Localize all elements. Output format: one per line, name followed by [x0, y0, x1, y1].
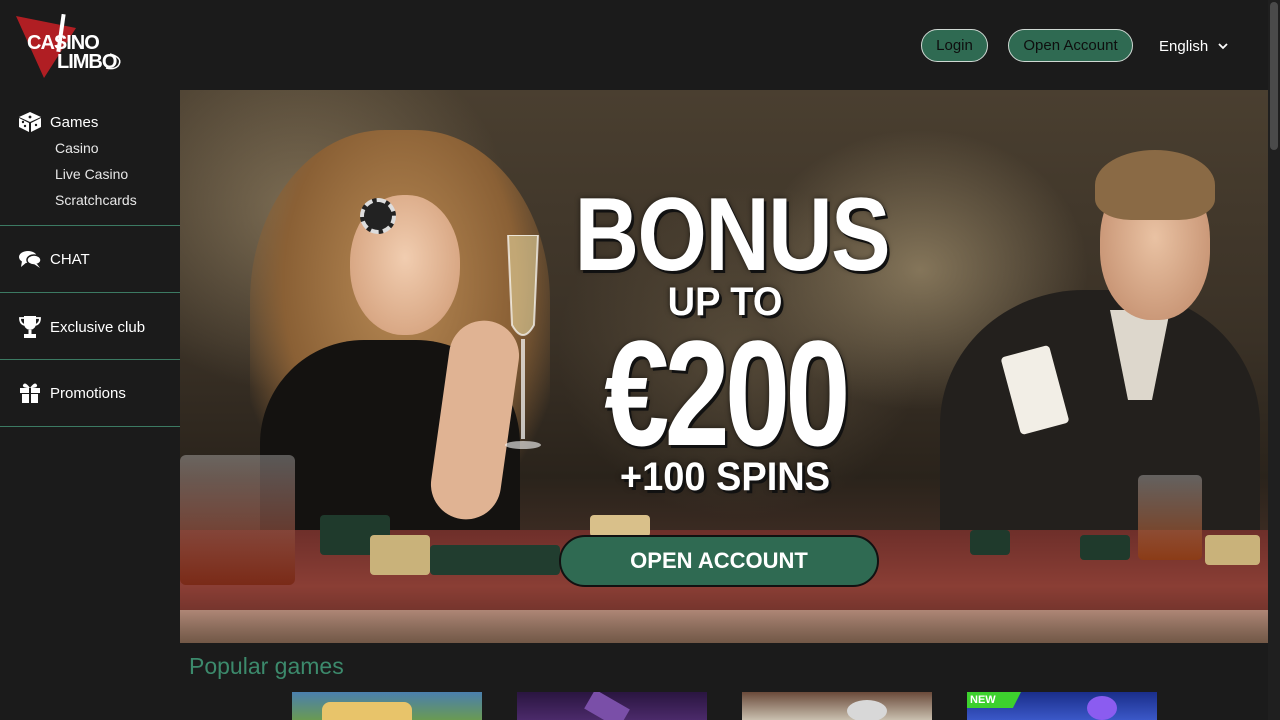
sidebar-item-casino[interactable]: Casino — [0, 135, 180, 161]
game-tile[interactable] — [742, 692, 932, 720]
sidebar-item-games-label: Games — [50, 113, 99, 131]
sidebar-item-games[interactable]: Games — [0, 112, 180, 132]
chip-stack — [970, 530, 1010, 555]
page-scrollbar[interactable] — [1268, 0, 1280, 720]
logo-line-casino: CASINO — [27, 32, 100, 54]
trophy-icon — [18, 316, 42, 338]
game-tile[interactable]: NEW — [967, 692, 1157, 720]
login-button[interactable]: Login — [921, 29, 988, 62]
chevron-down-icon — [1218, 43, 1228, 50]
chip-stack — [1080, 535, 1130, 560]
dice-icon — [18, 111, 42, 133]
sidebar-item-scratchcards[interactable]: Scratchcards — [0, 187, 180, 213]
game-thumbnail-art — [584, 692, 630, 720]
sidebar-item-chat[interactable]: CHAT — [0, 249, 180, 269]
gift-icon — [18, 382, 42, 404]
hero-banner[interactable]: BONUS UP TO €200 +100 SPINS OPEN ACCOUNT — [180, 90, 1268, 643]
game-thumbnail-art — [847, 700, 887, 720]
promo-bonus-heading: BONUS — [574, 177, 891, 293]
sidebar-item-live-casino[interactable]: Live Casino — [0, 161, 180, 187]
table-edge — [180, 610, 1268, 643]
game-tile[interactable] — [292, 692, 482, 720]
whisky-glass-image — [180, 455, 295, 585]
chat-bubbles-icon — [18, 248, 42, 270]
bonus-promo-text: BONUS UP TO €200 +100 SPINS — [550, 177, 900, 499]
whisky-glass-image — [1138, 475, 1202, 560]
sidebar-item-promotions[interactable]: Promotions — [0, 383, 180, 403]
sidebar-nav: Games Casino Live Casino Scratchcards CH… — [0, 90, 180, 720]
popular-games-heading: Popular games — [189, 653, 344, 679]
sidebar-item-promotions-label: Promotions — [50, 384, 126, 402]
banner-man-hair — [1095, 150, 1215, 220]
sidebar-item-club-label: Exclusive club — [50, 318, 146, 336]
banner-poker-chip — [360, 198, 396, 234]
sidebar-section-club: Exclusive club — [0, 293, 180, 360]
logo-line-limbo: LIMBO — [57, 51, 117, 73]
promo-amount: €200 — [604, 309, 850, 477]
sidebar-item-exclusive-club[interactable]: Exclusive club — [0, 316, 180, 338]
sidebar-section-promotions: Promotions — [0, 360, 180, 427]
casino-limbo-logo[interactable]: CASINO LIMBO — [14, 14, 126, 80]
language-label: English — [1159, 37, 1209, 55]
chip-stack — [590, 515, 650, 537]
games-submenu: Casino Live Casino Scratchcards — [0, 135, 180, 213]
hero-open-account-button[interactable]: OPEN ACCOUNT — [559, 535, 879, 587]
sidebar-item-chat-label: CHAT — [50, 250, 90, 268]
chip-stack — [370, 535, 430, 575]
sidebar-section-games: Games Casino Live Casino Scratchcards — [0, 90, 180, 226]
champagne-glass-image — [505, 235, 541, 449]
scrollbar-thumb[interactable] — [1270, 2, 1278, 150]
sidebar-section-chat: CHAT — [0, 226, 180, 293]
top-header: CASINO LIMBO Login Open Account English — [0, 0, 1268, 90]
promo-spins: +100 SPINS — [619, 455, 831, 499]
game-tile[interactable] — [517, 692, 707, 720]
game-thumbnail-art — [322, 702, 412, 720]
chip-stack — [430, 545, 560, 575]
game-thumbnail-art — [1087, 696, 1117, 720]
language-selector[interactable]: English — [1159, 36, 1228, 56]
chip-stack — [1205, 535, 1260, 565]
open-account-button[interactable]: Open Account — [1008, 29, 1133, 62]
new-badge: NEW — [967, 692, 1021, 708]
